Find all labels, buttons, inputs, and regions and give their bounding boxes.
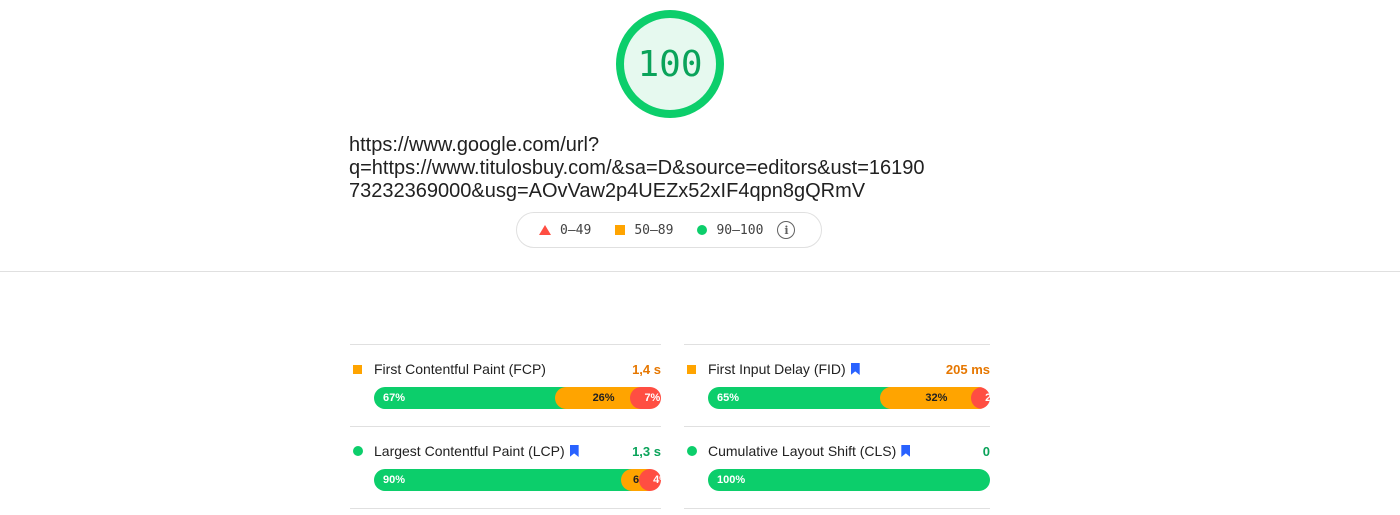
metric-value: 205 ms bbox=[945, 361, 990, 377]
distribution-bar: 100% bbox=[708, 469, 990, 491]
metric-value: 1,4 s bbox=[632, 361, 661, 377]
core-web-vital-bookmark-icon bbox=[569, 445, 579, 457]
row-divider bbox=[350, 508, 661, 509]
distribution-segment-avg: 26% bbox=[555, 387, 641, 409]
distribution-segment-good: 100% bbox=[708, 469, 990, 491]
average-square-icon bbox=[687, 364, 696, 374]
green-circle-icon bbox=[697, 225, 708, 235]
metric-value: 0 bbox=[982, 443, 990, 459]
metric-name[interactable]: Cumulative Layout Shift (CLS) bbox=[708, 443, 896, 459]
score-legend: 0–49 50–89 90–100 i bbox=[516, 212, 822, 248]
legend-item-poor: 0–49 bbox=[539, 223, 591, 238]
performance-score-gauge: 100 bbox=[616, 10, 724, 118]
core-web-vital-bookmark-icon bbox=[901, 445, 911, 457]
metric-lcp: Largest Contentful Paint (LCP) 1,3 s 90%… bbox=[350, 426, 661, 509]
good-circle-icon bbox=[353, 446, 363, 456]
core-web-vital-bookmark-icon bbox=[850, 363, 860, 375]
tested-url: https://www.google.com/url? q=https://ww… bbox=[349, 134, 925, 202]
metric-fcp: First Contentful Paint (FCP) 1,4 s 67% 26… bbox=[350, 344, 661, 426]
good-circle-icon bbox=[687, 446, 697, 456]
legend-item-average: 50–89 bbox=[615, 223, 673, 238]
distribution-segment-poor: 2% bbox=[970, 387, 990, 409]
distribution-segment-poor: 7% bbox=[629, 387, 661, 409]
info-icon[interactable]: i bbox=[777, 221, 796, 239]
distribution-segment-good: 65% bbox=[708, 387, 892, 409]
orange-square-icon bbox=[615, 225, 626, 235]
distribution-segment-poor: 4% bbox=[638, 469, 661, 491]
distribution-segment-good: 67% bbox=[374, 387, 567, 409]
distribution-segment-avg: 32% bbox=[880, 387, 982, 409]
metric-cls: Cumulative Layout Shift (CLS) 0 100% bbox=[684, 426, 990, 509]
metric-fid: First Input Delay (FID) 205 ms 65%32%2% bbox=[684, 344, 990, 426]
section-divider bbox=[0, 271, 1400, 272]
performance-score: 100 bbox=[637, 43, 703, 85]
distribution-bar: 67% 26% 7% bbox=[374, 387, 661, 409]
distribution-bar: 90%6%4% bbox=[374, 469, 661, 491]
average-square-icon bbox=[353, 364, 362, 374]
legend-item-good: 90–100 bbox=[697, 223, 763, 238]
red-triangle-icon bbox=[539, 225, 551, 235]
distribution-bar: 65%32%2% bbox=[708, 387, 990, 409]
metric-value: 1,3 s bbox=[632, 443, 661, 459]
metric-name[interactable]: Largest Contentful Paint (LCP) bbox=[374, 443, 565, 459]
distribution-segment-good: 90% bbox=[374, 469, 633, 491]
metric-name[interactable]: First Contentful Paint (FCP) bbox=[374, 361, 546, 377]
row-divider bbox=[684, 508, 990, 509]
page: 100 https://www.google.com/url? q=https:… bbox=[0, 0, 1400, 515]
metric-name[interactable]: First Input Delay (FID) bbox=[708, 361, 846, 377]
